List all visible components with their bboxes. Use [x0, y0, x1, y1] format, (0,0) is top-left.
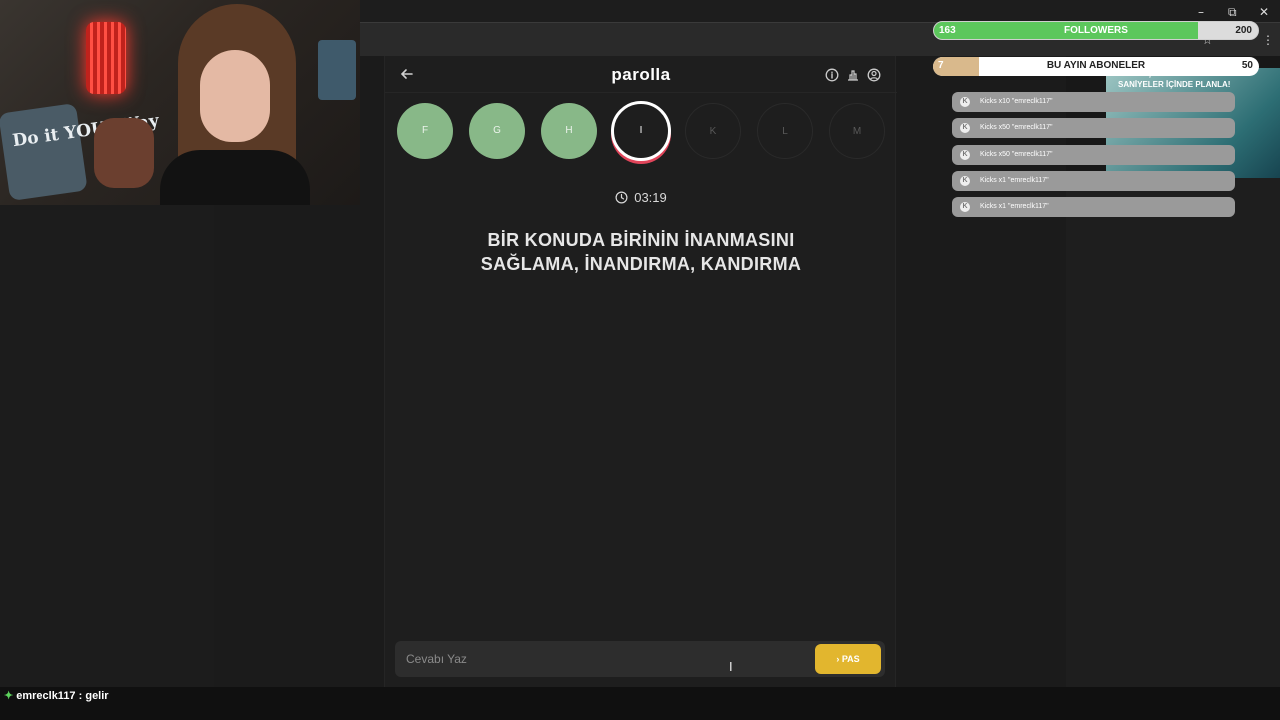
timer: 03:19: [385, 190, 897, 205]
left-background-panel: [0, 205, 214, 687]
kick-alert: K Kicks x1 "emreclk117": [952, 197, 1235, 218]
alert-text: Kicks x1 "emreclk117": [980, 203, 1049, 211]
profile-icon[interactable]: [867, 68, 881, 82]
kick-icon: K: [960, 97, 970, 107]
close-button[interactable]: ✕: [1259, 5, 1269, 19]
letter-circle-active: I: [611, 101, 671, 161]
chat-bar: ✦ emreclk117 : gelir: [0, 687, 1280, 720]
followers-goal-bar: 163 FOLLOWERS 200: [933, 21, 1259, 40]
kick-alert: K Kicks x50 "emreclk117": [952, 118, 1235, 139]
chat-text: : gelir: [78, 690, 109, 702]
alert-text: Kicks x50 "emreclk117": [980, 124, 1053, 132]
subs-target: 50: [1241, 60, 1253, 71]
kick-icon: K: [960, 202, 970, 213]
kick-icon: K: [960, 123, 970, 134]
browser-menu-icon[interactable]: ⋮: [1262, 33, 1274, 47]
subs-title: BU AYIN ABONELER: [1046, 60, 1146, 71]
promo-line-2: SANİYELER İÇİNDE PLANLA!: [1118, 80, 1231, 89]
pass-button-label: PAS: [841, 654, 860, 664]
clock-icon: [615, 191, 628, 204]
answer-bar: › PAS: [395, 641, 885, 677]
alert-text: Kicks x1 "emreclk117": [980, 176, 1049, 184]
kick-icon: K: [960, 175, 970, 186]
followers-target: 200: [1235, 25, 1252, 36]
parolla-game: parolla F G H I K L M 03:19 BİR KONUDA B…: [384, 56, 897, 687]
alert-text: Kicks x10 "emreclk117": [980, 98, 1053, 105]
info-icon[interactable]: [825, 68, 839, 82]
kick-alert: K Kicks x50 "emreclk117": [952, 144, 1235, 165]
followers-title: FOLLOWERS: [1064, 25, 1128, 36]
minimize-button[interactable]: –: [1198, 5, 1204, 19]
letter-circle: L: [757, 103, 813, 159]
kick-alert: K Kicks x1 "emreclk117": [952, 170, 1235, 191]
letter-circle: M: [829, 103, 885, 159]
question-text: BİR KONUDA BİRİNİN İNANMASINI SAĞLAMA, İ…: [480, 230, 802, 274]
letter-circle: H: [541, 103, 597, 159]
game-logo: parolla: [611, 65, 671, 84]
letter-circle: G: [469, 103, 525, 159]
webcam-overlay: Do it YOUr Way: [0, 0, 360, 205]
right-background-panel: [1066, 178, 1280, 687]
streamer-shirt: [160, 150, 310, 205]
maximize-button[interactable]: ⧉: [1228, 5, 1237, 20]
streamer-face: [200, 50, 270, 142]
timer-value: 03:19: [634, 190, 667, 205]
sparkle-icon: ✦: [4, 690, 14, 702]
browser-titlebar: – ⧉ ✕: [360, 0, 1280, 22]
webcam-plant: [94, 118, 154, 188]
alert-text: Kicks x50 "emreclk117": [980, 150, 1053, 158]
letter-circle: F: [397, 103, 453, 159]
answer-input[interactable]: [395, 641, 815, 677]
pass-button[interactable]: › PAS: [815, 644, 881, 674]
kick-alert: K Kicks x10 "emreclk117": [952, 92, 1235, 112]
header-divider: [385, 92, 897, 93]
kick-alert-list: K Kicks x10 "emreclk117" K Kicks x50 "emre…: [952, 92, 1235, 223]
webcam-lamp: [86, 22, 126, 94]
kick-icon: K: [960, 149, 970, 160]
stream-screen: – ⧉ ✕ ☆ ⋮ Do it YOUr Way 163 FOLLOWERS 2…: [0, 0, 1280, 720]
chat-username: emreclk117: [16, 690, 76, 702]
webcam-pillow: [0, 103, 88, 201]
webcam-poster: [318, 40, 356, 100]
text-cursor-icon: I: [729, 659, 733, 674]
stats-icon[interactable]: [846, 68, 860, 82]
chat-message: ✦ emreclk117 : gelir: [4, 689, 109, 702]
subs-goal-bar: 7 BU AYIN ABONELER 50: [933, 57, 1259, 76]
letter-circles: F G H I K L M: [397, 101, 887, 161]
letter-circle: K: [685, 103, 741, 159]
